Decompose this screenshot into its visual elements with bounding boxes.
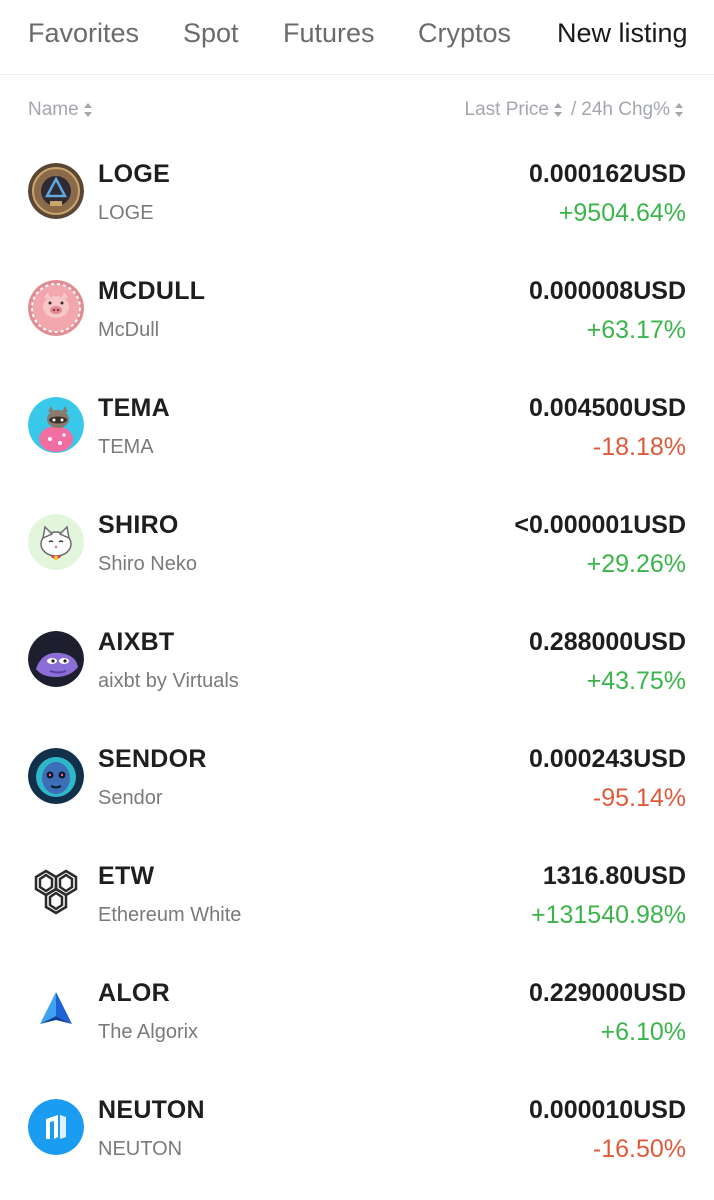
coin-name: McDull <box>98 319 160 341</box>
market-row-neuton[interactable]: NEUTON NEUTON 0.000010USD -16.50% <box>0 1079 714 1196</box>
market-row-etw[interactable]: ETW Ethereum White 1316.80USD +131540.98… <box>0 845 714 962</box>
coin-symbol: AIXBT <box>98 628 175 656</box>
cat-icon <box>28 514 84 570</box>
raccoon-icon <box>28 397 84 453</box>
last-price: <0.000001USD <box>514 511 686 539</box>
change-header-label[interactable]: 24h Chg% <box>581 99 670 121</box>
change-percent: +63.17% <box>586 316 686 344</box>
coin-name: Ethereum White <box>98 904 242 926</box>
market-row-alor[interactable]: ALOR The Algorix 0.229000USD +6.10% <box>0 962 714 1079</box>
last-price: 0.229000USD <box>528 979 686 1007</box>
sort-icon <box>83 102 93 118</box>
change-percent: +29.26% <box>586 550 686 578</box>
coin-name: LOGE <box>98 202 154 224</box>
market-row-sendor[interactable]: SENDOR Sendor 0.000243USD -95.14% <box>0 728 714 845</box>
sort-icon <box>674 102 684 118</box>
change-percent: +43.75% <box>586 667 686 695</box>
coin-name: Shiro Neko <box>98 553 197 575</box>
coin-symbol: ETW <box>98 862 155 890</box>
coin-name: NEUTON <box>98 1138 183 1160</box>
market-tabs: Favorites Spot Futures Cryptos New listi… <box>0 0 714 75</box>
coin-symbol: SENDOR <box>98 745 207 773</box>
name-column-header[interactable]: Name <box>28 99 93 121</box>
pig-icon <box>28 280 84 336</box>
sort-icon <box>553 102 563 118</box>
coin-symbol: LOGE <box>98 160 171 188</box>
price-change-column-header: Last Price / 24h Chg% <box>465 99 685 121</box>
market-row-tema[interactable]: TEMA TEMA 0.004500USD -18.18% <box>0 377 714 494</box>
hexagon-cubes-icon <box>28 865 84 921</box>
last-price: 0.000008USD <box>528 277 686 305</box>
last-price: 1316.80USD <box>542 862 686 890</box>
change-percent: +6.10% <box>600 1018 687 1046</box>
coin-name: Sendor <box>98 787 163 809</box>
last-price: 0.288000USD <box>528 628 686 656</box>
market-row-aixbt[interactable]: AIXBT aixbt by Virtuals 0.288000USD +43.… <box>0 611 714 728</box>
coin-symbol: TEMA <box>98 394 171 422</box>
tab-cryptos[interactable]: Cryptos <box>418 18 511 49</box>
last-price: 0.000010USD <box>528 1096 686 1124</box>
pepe-icon <box>28 631 84 687</box>
sendor-face-icon <box>28 748 84 804</box>
coin-symbol: NEUTON <box>98 1096 205 1124</box>
coin-name: The Algorix <box>98 1021 199 1043</box>
tab-spot[interactable]: Spot <box>183 18 239 49</box>
change-percent: +131540.98% <box>530 901 686 929</box>
last-price: 0.000243USD <box>528 745 686 773</box>
tab-futures[interactable]: Futures <box>283 18 375 49</box>
last-price: 0.004500USD <box>528 394 686 422</box>
change-percent: +9504.64% <box>558 199 686 227</box>
coin-symbol: SHIRO <box>98 511 179 539</box>
name-header-label: Name <box>28 99 79 120</box>
market-row-mcdull[interactable]: MCDULL McDull 0.000008USD +63.17% <box>0 260 714 377</box>
coin-name: aixbt by Virtuals <box>98 670 239 692</box>
blue-triangle-icon <box>28 982 84 1038</box>
change-percent: -18.18% <box>592 433 686 461</box>
tab-new-listing[interactable]: New listing <box>557 18 688 49</box>
coin-name: TEMA <box>98 436 154 458</box>
last-price: 0.000162USD <box>528 160 686 188</box>
coin-symbol: MCDULL <box>98 277 206 305</box>
last-price-header-label[interactable]: Last Price <box>465 99 549 121</box>
header-separator: / <box>570 99 577 120</box>
neuton-n-icon <box>28 1099 84 1155</box>
market-row-loge[interactable]: LOGE LOGE 0.000162USD +9504.64% <box>0 143 714 260</box>
loge-coin-icon <box>28 163 84 219</box>
tab-favorites[interactable]: Favorites <box>28 18 139 49</box>
change-percent: -95.14% <box>592 784 686 812</box>
change-percent: -16.50% <box>592 1135 686 1163</box>
coin-symbol: ALOR <box>98 979 171 1007</box>
market-row-shiro[interactable]: SHIRO Shiro Neko <0.000001USD +29.26% <box>0 494 714 611</box>
